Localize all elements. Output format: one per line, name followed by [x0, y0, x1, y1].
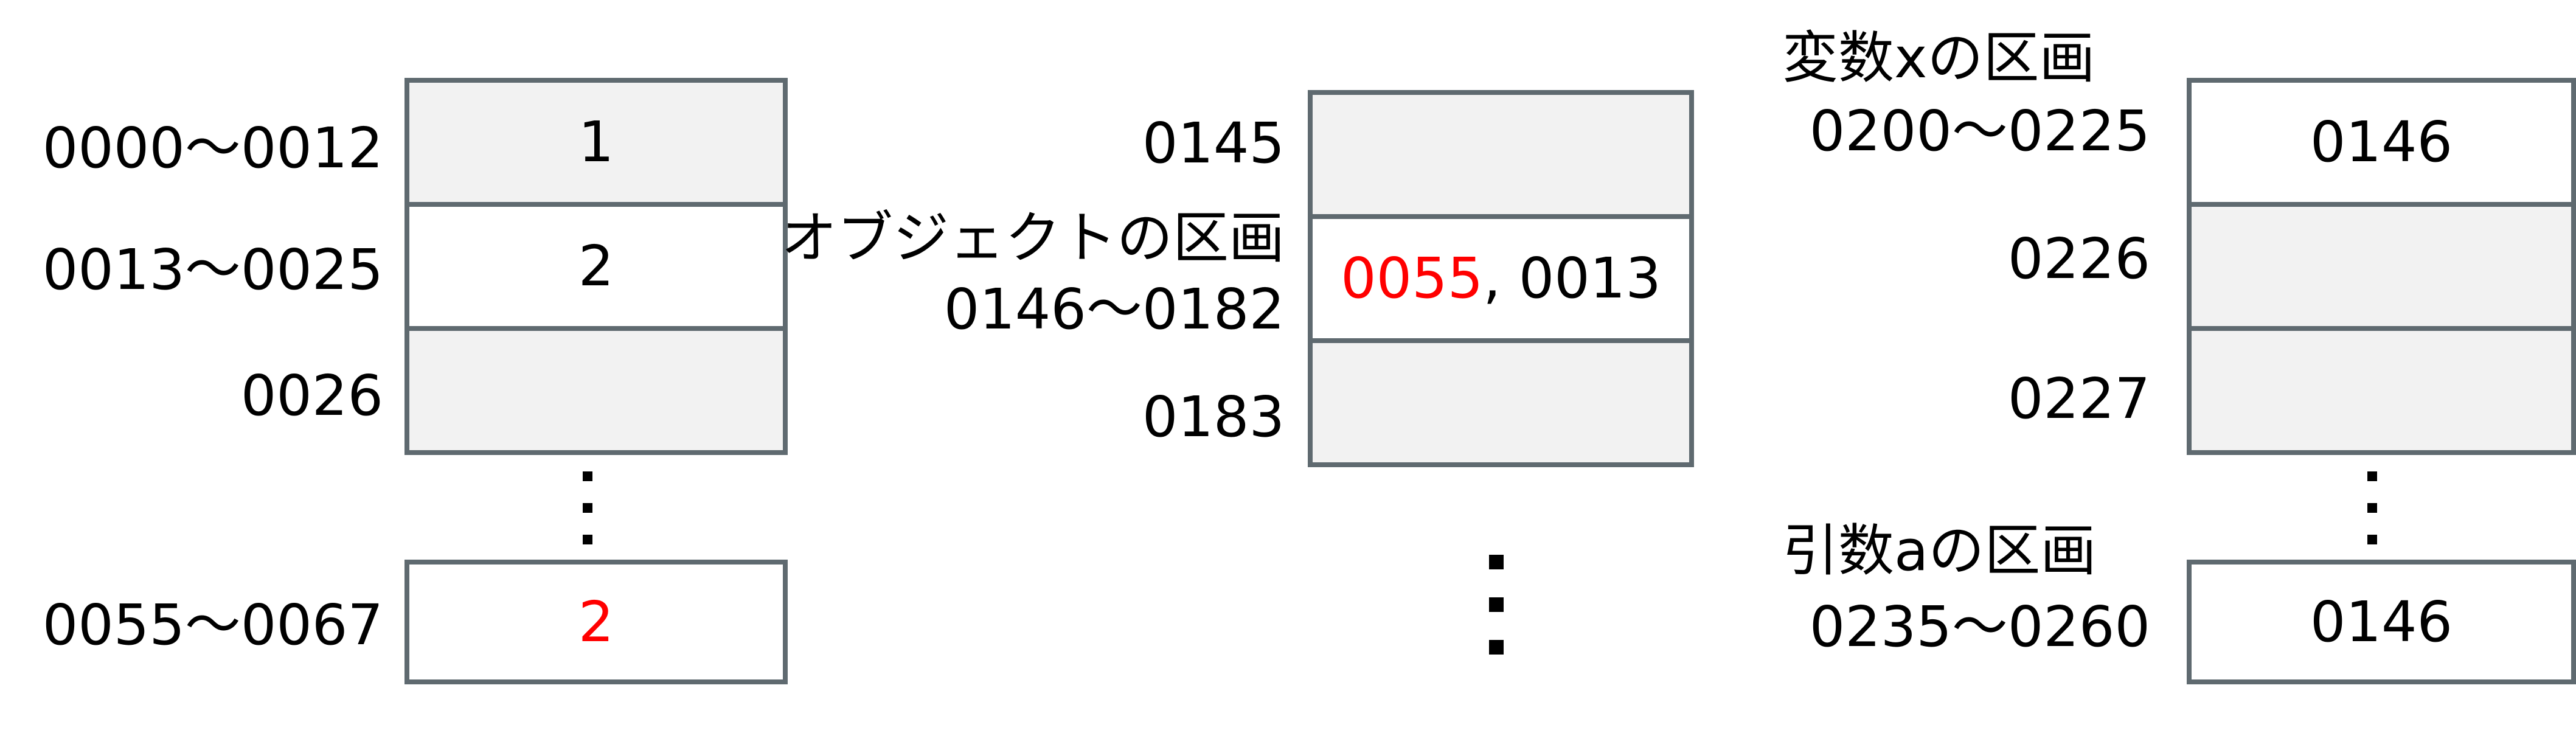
cell-value: 0146 — [2310, 589, 2453, 655]
section-label: 引数aの区画 — [1782, 518, 2097, 583]
address-label: 0145 — [1142, 111, 1285, 176]
address-label: 0000〜0012 — [42, 116, 383, 181]
cell-value: 2 — [578, 234, 614, 299]
ellipsis-vertical — [2367, 471, 2377, 544]
address-label: 0183 — [1142, 384, 1285, 450]
cell-value: 2 — [578, 589, 614, 655]
address-label: 0235〜0260 — [1809, 594, 2150, 659]
address-label: 0200〜0225 — [1809, 99, 2150, 164]
memory-cell: 0146 — [2187, 78, 2576, 207]
memory-cell — [404, 326, 788, 455]
memory-cell — [2187, 202, 2576, 331]
memory-cell: 0055, 0013 — [1308, 214, 1694, 343]
memory-cell — [2187, 326, 2576, 455]
cell-value-rest: , 0013 — [1483, 246, 1661, 311]
memory-cell — [1308, 90, 1694, 219]
section-label: オブジェクトの区画 — [780, 206, 1285, 271]
section-label: 変数xの区画 — [1782, 26, 2095, 91]
cell-value: 1 — [578, 109, 614, 175]
address-label: 0013〜0025 — [42, 237, 383, 302]
memory-cell: 0146 — [2187, 560, 2576, 684]
address-label: 0146〜0182 — [943, 277, 1285, 342]
memory-cell: 2 — [404, 560, 788, 684]
address-label: 0055〜0067 — [42, 592, 383, 658]
ellipsis-vertical — [583, 471, 592, 544]
memory-cell: 1 — [404, 78, 788, 207]
memory-cell: 2 — [404, 202, 788, 331]
ellipsis-vertical — [1489, 555, 1504, 655]
address-label: 0026 — [240, 363, 383, 428]
address-label: 0226 — [2007, 226, 2150, 291]
address-label: 0227 — [2007, 366, 2150, 431]
cell-value-highlight: 0055 — [1341, 246, 1484, 311]
cell-value: 0146 — [2310, 109, 2453, 175]
memory-cell — [1308, 338, 1694, 467]
